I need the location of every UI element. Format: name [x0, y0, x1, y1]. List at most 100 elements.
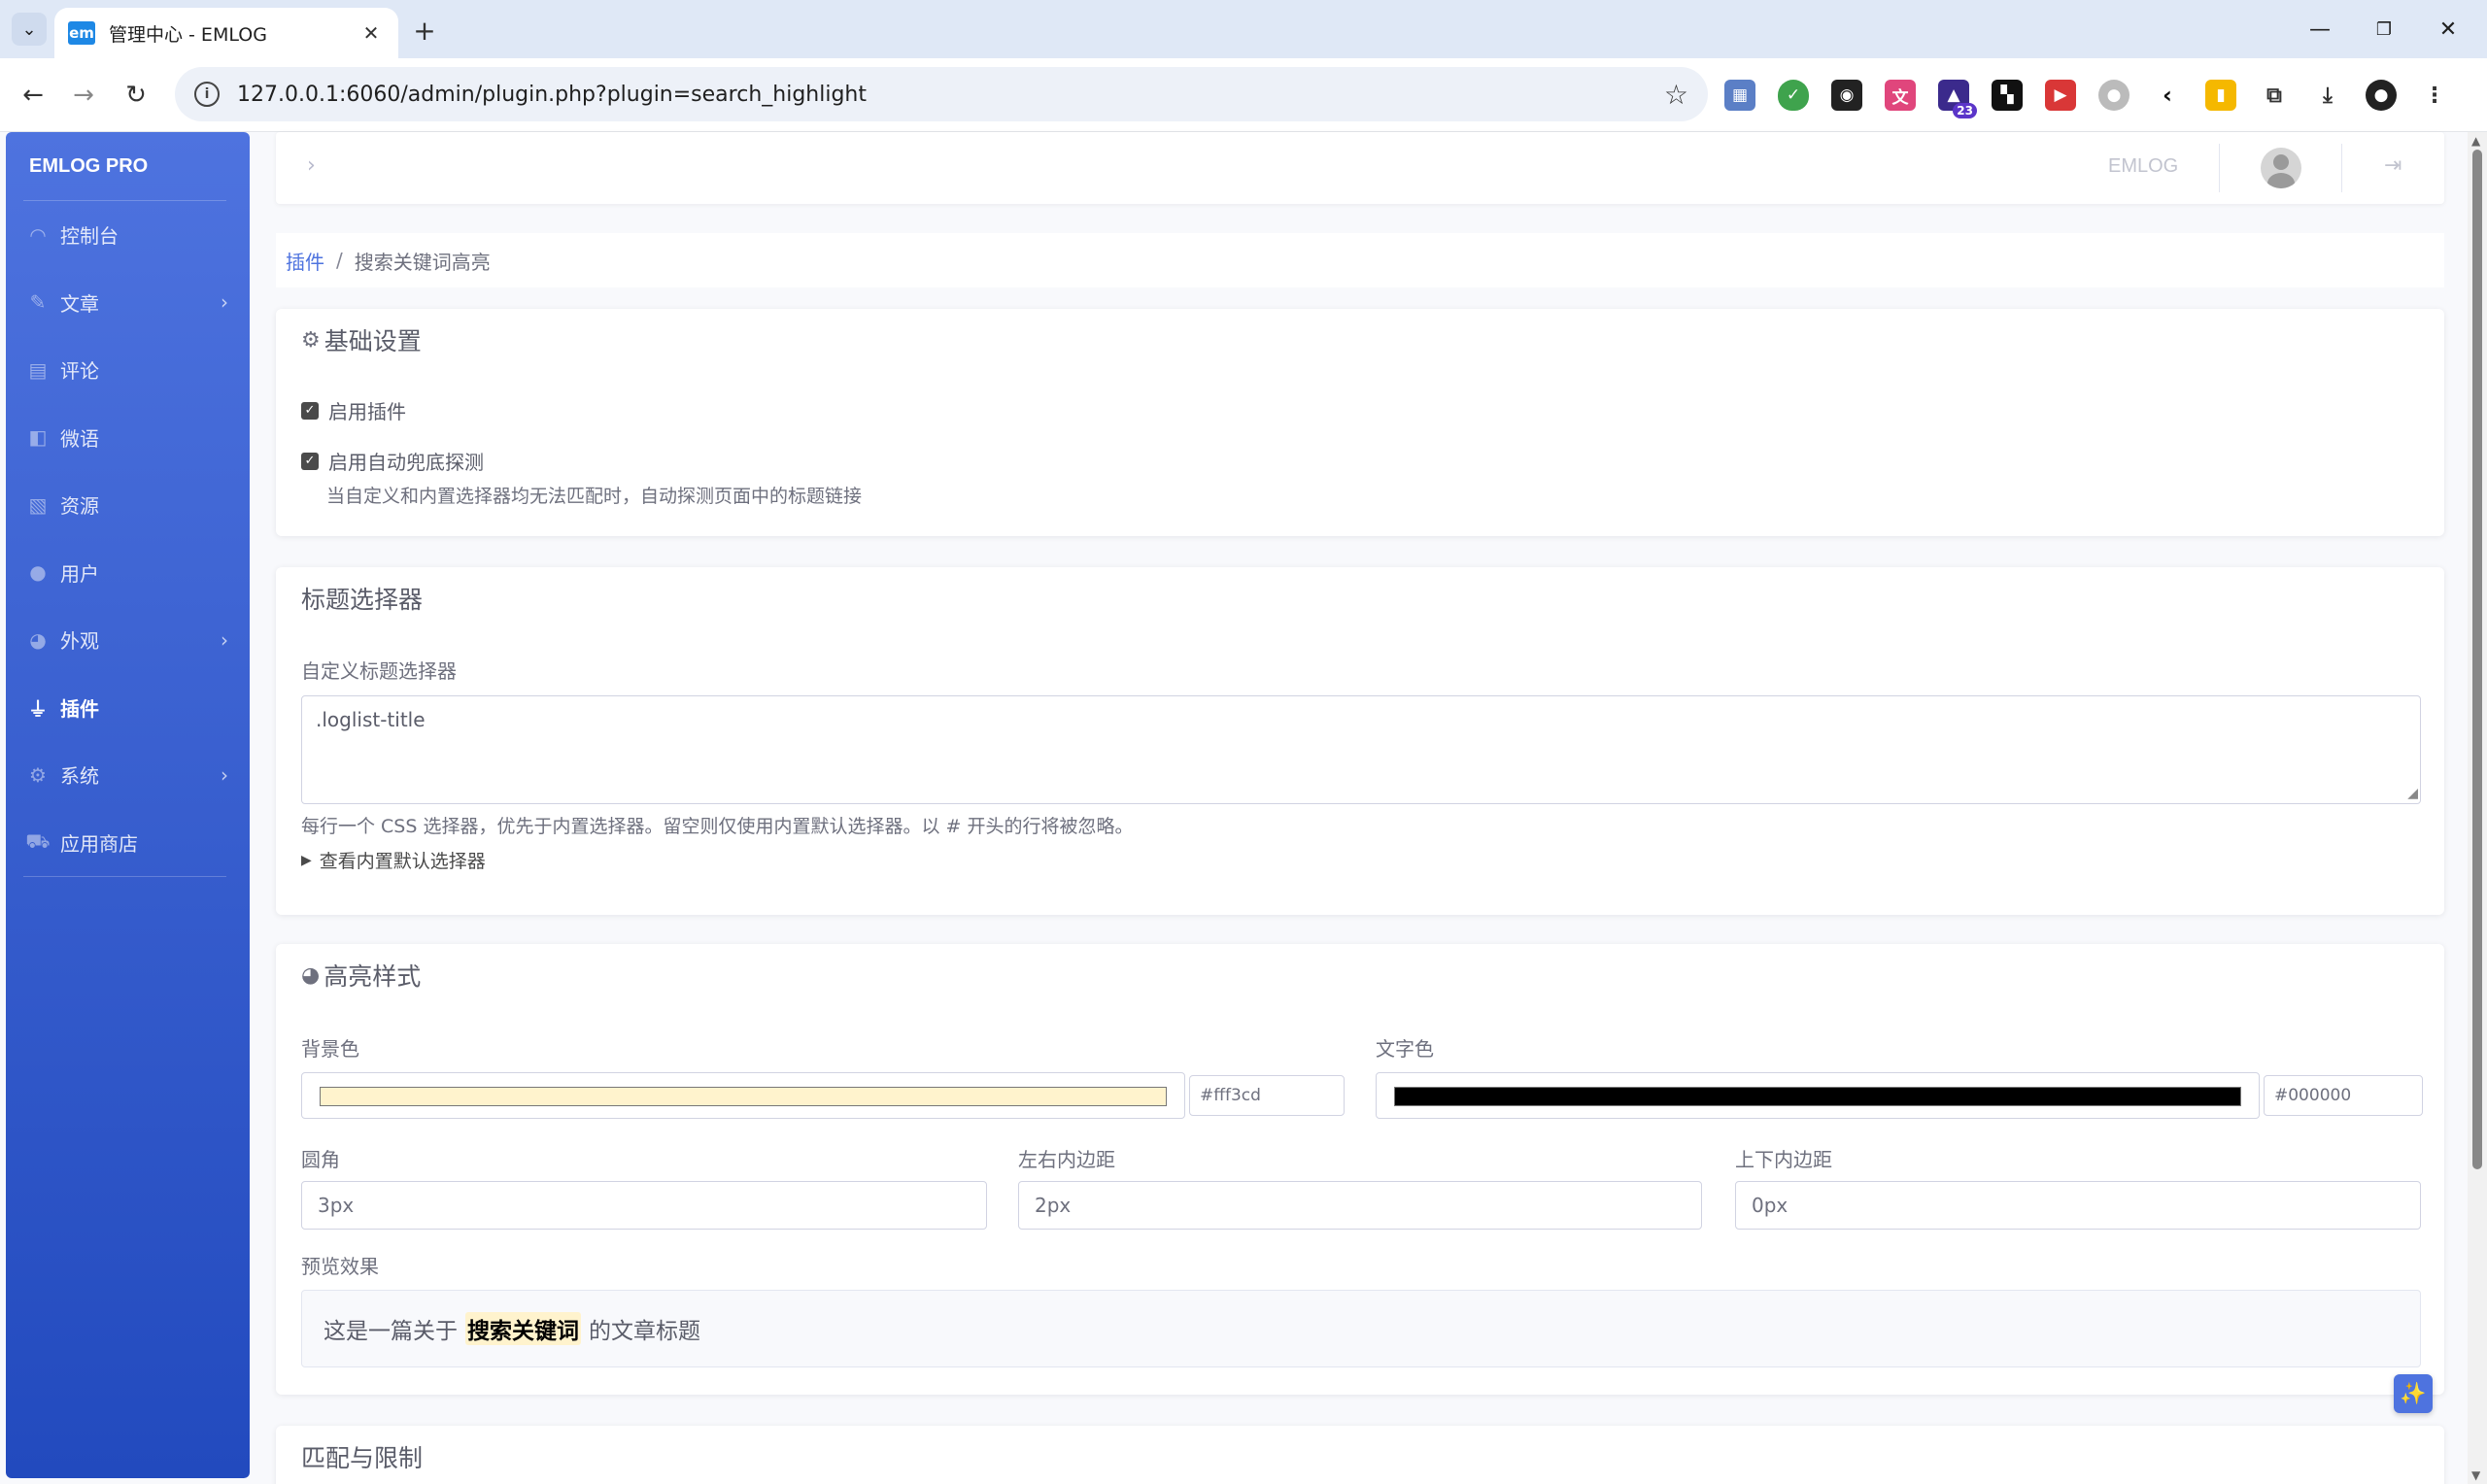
extension-hat-icon[interactable]: ▲ 23 — [1938, 80, 1977, 118]
extensions-puzzle-icon[interactable]: ⧉ — [2259, 80, 2290, 111]
bg-color-hex-input[interactable]: #fff3cd — [1189, 1075, 1345, 1116]
auto-detect-label[interactable]: 启用自动兜底探测 — [328, 447, 484, 475]
user-avatar[interactable] — [2261, 148, 2301, 188]
emlog-favicon-icon: em — [68, 21, 95, 45]
cart-icon: ⛟ — [25, 828, 51, 853]
bg-color-swatch — [320, 1087, 1167, 1106]
sidebar-item-media[interactable]: ▧ 资源 — [6, 471, 250, 539]
auto-detect-checkbox[interactable]: ✓ — [301, 452, 319, 470]
scroll-up-icon[interactable]: ▲ — [2471, 134, 2480, 148]
sidebar-item-dashboard[interactable]: ◠ 控制台 — [6, 201, 250, 269]
bg-color-picker[interactable] — [301, 1072, 1185, 1119]
download-icon[interactable]: ⤓ — [2312, 80, 2343, 111]
breadcrumb-plugins-link[interactable]: 插件 — [286, 247, 324, 275]
extension-translate-icon[interactable]: 文 — [1885, 80, 1916, 111]
extension-shield-icon[interactable]: ✓ — [1778, 80, 1809, 111]
site-info-icon[interactable]: i — [194, 82, 220, 107]
card-title-text: 高亮样式 — [324, 962, 422, 991]
bookmark-star-icon[interactable]: ☆ — [1664, 79, 1688, 111]
new-tab-icon[interactable]: + — [408, 14, 441, 47]
matching-limits-card: 匹配与限制 — [276, 1426, 2444, 1484]
custom-selector-textarea[interactable]: .loglist-title ◢ — [301, 695, 2421, 804]
topbar-divider — [2341, 144, 2342, 192]
reload-icon[interactable]: ↻ — [117, 76, 155, 115]
tab-search-icon[interactable]: ⌄ — [12, 13, 47, 46]
logout-icon[interactable]: ⇥ — [2384, 153, 2402, 178]
default-selectors-label[interactable]: 查看内置默认选择器 — [320, 847, 486, 873]
sidebar-item-label: 应用商店 — [60, 831, 138, 856]
preview-text-after: 的文章标题 — [589, 1319, 700, 1344]
extension-note-icon[interactable]: ▮ — [2205, 80, 2236, 111]
chevron-right-icon: › — [221, 290, 228, 315]
ai-assistant-sparkle-icon[interactable]: ✨ — [2394, 1374, 2433, 1413]
sidebar-item-system[interactable]: ⚙ 系统 › — [6, 741, 250, 809]
sidebar-toggle-icon[interactable]: › — [307, 153, 316, 178]
fg-color-label: 文字色 — [1376, 1037, 1434, 1061]
sidebar-item-appearance[interactable]: ◕ 外观 › — [6, 606, 250, 674]
extension-palette-icon[interactable]: ● — [2098, 80, 2129, 111]
chevron-right-icon: › — [221, 627, 228, 652]
card-title-text: 基础设置 — [324, 327, 422, 355]
custom-selector-value: .loglist-title — [316, 708, 426, 731]
gear-icon: ⚙ — [29, 762, 47, 787]
fg-color-hex-input[interactable]: #000000 — [2264, 1075, 2423, 1116]
url-text[interactable]: 127.0.0.1:6060/admin/plugin.php?plugin=s… — [237, 83, 1664, 107]
minimize-icon[interactable]: — — [2291, 10, 2349, 49]
comment-icon: ▤ — [28, 357, 48, 382]
title-selector-card: 标题选择器 自定义标题选择器 .loglist-title ◢ 每行一个 CSS… — [276, 567, 2444, 915]
scroll-down-icon[interactable]: ▼ — [2471, 1468, 2480, 1482]
forward-icon[interactable]: → — [64, 76, 103, 115]
enable-plugin-label[interactable]: 启用插件 — [328, 396, 406, 424]
sidebar-brand[interactable]: EMLOG PRO — [6, 132, 250, 200]
enable-plugin-row[interactable]: ✓ 启用插件 — [301, 396, 406, 424]
restore-window-icon[interactable]: ❐ — [2355, 10, 2413, 49]
scrollbar-thumb[interactable] — [2472, 150, 2482, 1169]
bg-color-label: 背景色 — [301, 1037, 359, 1061]
sidebar-item-label: 微语 — [60, 426, 99, 451]
close-window-icon[interactable]: ✕ — [2419, 10, 2477, 49]
image-icon: ▧ — [28, 492, 48, 517]
preview-highlight: 搜索关键词 — [465, 1312, 581, 1345]
plug-icon: ⏚ — [28, 696, 48, 721]
auto-detect-hint: 当自定义和内置选择器均无法匹配时，自动探测页面中的标题链接 — [326, 486, 863, 507]
auto-detect-row[interactable]: ✓ 启用自动兜底探测 — [301, 447, 484, 475]
extension-chart-icon[interactable]: ▚ — [1992, 80, 2023, 111]
browser-menu-icon[interactable]: ⋮ — [2419, 80, 2450, 111]
sidebar-item-store[interactable]: ⛟ 应用商店 — [6, 809, 250, 877]
extension-glasses-icon[interactable]: ◉ — [1831, 80, 1862, 111]
profile-avatar-icon[interactable]: ● — [2366, 80, 2397, 111]
enable-plugin-checkbox[interactable]: ✓ — [301, 401, 319, 420]
padding-y-input[interactable]: 0px — [1735, 1181, 2421, 1230]
matching-limits-title: 匹配与限制 — [301, 1444, 424, 1472]
browser-tab[interactable]: em 管理中心 - EMLOG ✕ — [54, 8, 398, 58]
basic-settings-title: ⚙ 基础设置 — [301, 322, 422, 357]
back-icon[interactable]: ← — [14, 76, 52, 115]
radius-input[interactable]: 3px — [301, 1181, 987, 1230]
resize-handle-icon[interactable]: ◢ — [2407, 786, 2418, 801]
page-scrollbar[interactable]: ▲ ▼ — [2468, 132, 2487, 1484]
default-selectors-toggle[interactable]: ▶ 查看内置默认选择器 — [301, 847, 486, 873]
sidebar-item-label: 插件 — [60, 696, 99, 721]
extensions-row: ▦ ✓ ◉ 文 ▲ 23 ▚ ▶ ● ‹ ▮ ⧉ ⤓ ● ⋮ — [1724, 76, 2472, 118]
sidebar: EMLOG PRO ◠ 控制台 ✎ 文章 › ▤ 评论 ◧ 微语 ▧ 资源 ● … — [6, 132, 250, 1478]
address-bar[interactable]: i 127.0.0.1:6060/admin/plugin.php?plugin… — [175, 67, 1708, 121]
extension-arrow-icon[interactable]: ‹ — [2152, 80, 2183, 111]
padding-y-label: 上下内边距 — [1735, 1148, 1832, 1171]
fg-color-picker[interactable] — [1376, 1072, 2260, 1119]
extension-grid-icon[interactable]: ▦ — [1724, 80, 1755, 111]
palette-icon: ◕ — [301, 962, 321, 988]
sidebar-item-users[interactable]: ● 用户 — [6, 539, 250, 607]
chevron-right-icon: › — [221, 762, 228, 787]
sidebar-item-plugins[interactable]: ⏚ 插件 — [6, 674, 250, 742]
sidebar-item-notes[interactable]: ◧ 微语 — [6, 404, 250, 472]
sidebar-item-articles[interactable]: ✎ 文章 › — [6, 269, 250, 337]
gear-icon: ⚙ — [301, 327, 321, 353]
padding-x-input[interactable]: 2px — [1018, 1181, 1702, 1230]
radius-label: 圆角 — [301, 1148, 340, 1171]
sidebar-item-comments[interactable]: ▤ 评论 — [6, 336, 250, 404]
close-tab-icon[interactable]: ✕ — [358, 21, 385, 45]
extension-play-icon[interactable]: ▶ — [2045, 80, 2076, 111]
preview-label: 预览效果 — [301, 1255, 379, 1278]
sidebar-item-label: 系统 — [60, 764, 99, 789]
topbar-site-link[interactable]: EMLOG — [2108, 155, 2178, 178]
